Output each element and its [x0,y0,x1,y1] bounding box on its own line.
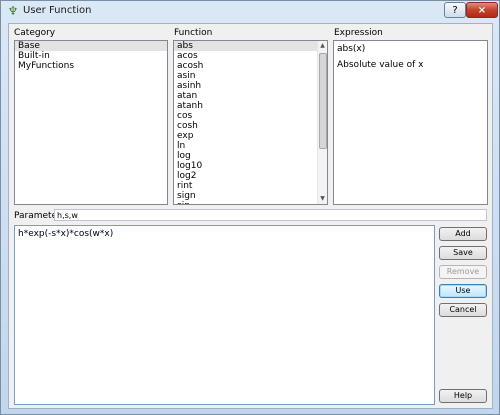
function-item[interactable]: sin [174,201,327,204]
category-item-built-in[interactable]: Built-in [15,51,167,61]
dialog-client-area: Category Function Expression Base Built-… [8,23,493,409]
category-label: Category [14,28,56,38]
scroll-up-arrow-icon[interactable]: ▲ [318,41,327,51]
function-item[interactable]: rint [174,181,327,191]
function-item[interactable]: log10 [174,161,327,171]
function-item[interactable]: abs [174,41,327,51]
function-list-scrollbar[interactable]: ▲ ▼ [317,41,327,204]
function-item[interactable]: log [174,151,327,161]
function-list[interactable]: abs acos acosh asin asinh atan atanh cos… [173,40,328,205]
user-function-window: ♆ User Function ? × Category Function Ex… [0,0,500,415]
expression-editor[interactable]: h*exp(-s*x)*cos(w*x) [14,225,435,405]
function-item[interactable]: atan [174,91,327,101]
remove-button[interactable]: Remove [439,265,487,279]
expression-description: Absolute value of x [337,60,424,70]
cancel-button[interactable]: Cancel [439,303,487,317]
help-button[interactable]: Help [439,389,487,403]
scroll-down-arrow-icon[interactable]: ▼ [318,194,327,204]
function-label: Function [174,28,213,38]
expression-label: Expression [334,28,383,38]
function-item[interactable]: sign [174,191,327,201]
expression-panel: abs(x) Absolute value of x [333,40,488,205]
category-item-base[interactable]: Base [15,41,167,51]
function-item[interactable]: asin [174,71,327,81]
save-button[interactable]: Save [439,246,487,260]
category-item-myfunctions[interactable]: MyFunctions [15,61,167,71]
function-item[interactable]: acos [174,51,327,61]
function-item[interactable]: exp [174,131,327,141]
function-item[interactable]: log2 [174,171,327,181]
close-button[interactable]: × [466,2,498,18]
expression-syntax: abs(x) [337,44,366,54]
function-item[interactable]: asinh [174,81,327,91]
scrollbar-thumb[interactable] [319,53,327,149]
help-title-button[interactable]: ? [444,2,466,18]
function-item[interactable]: atanh [174,101,327,111]
function-item[interactable]: acosh [174,61,327,71]
category-list[interactable]: Base Built-in MyFunctions [14,40,168,205]
function-item[interactable]: cos [174,111,327,121]
use-button[interactable]: Use [439,284,487,298]
expression-editor-text[interactable]: h*exp(-s*x)*cos(w*x) [18,229,431,240]
window-title: User Function [23,5,92,16]
app-icon: ♆ [7,4,19,18]
title-bar[interactable]: ♆ User Function ? × [1,1,499,23]
parameters-input[interactable]: h,s,w [54,209,487,221]
add-button[interactable]: Add [439,227,487,241]
function-item[interactable]: cosh [174,121,327,131]
function-item[interactable]: ln [174,141,327,151]
